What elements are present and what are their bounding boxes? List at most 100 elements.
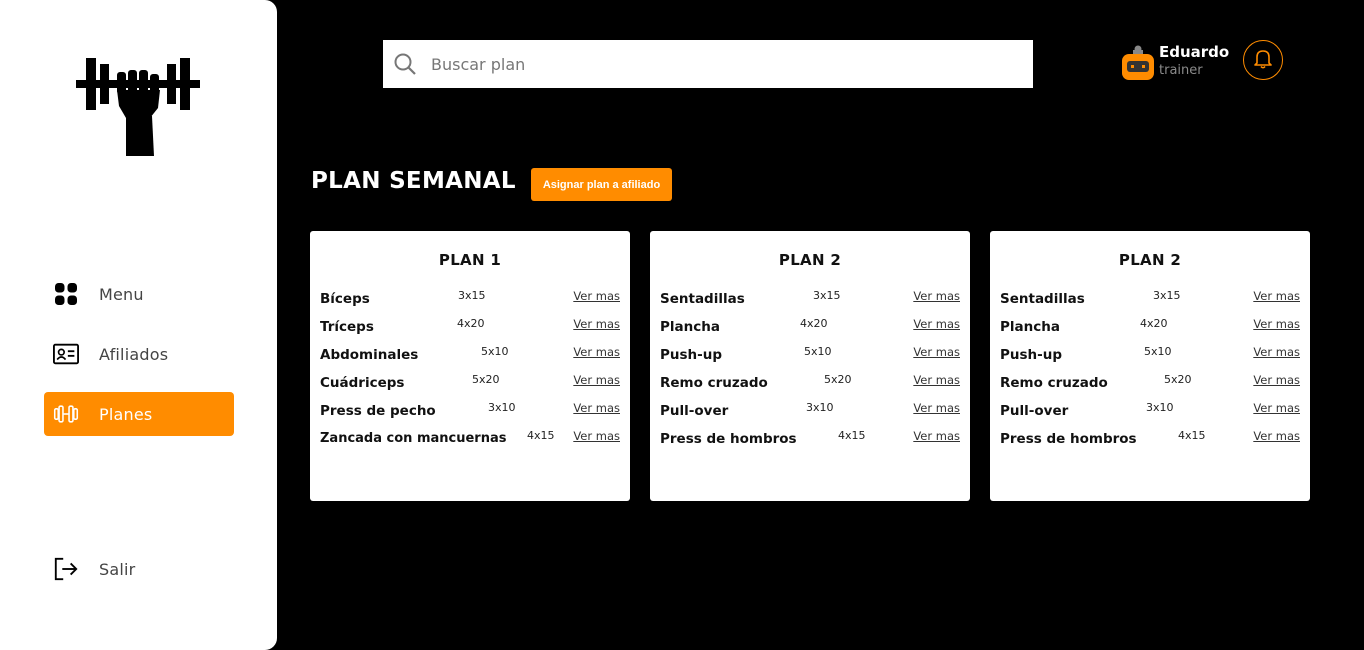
list-item: Press de hombros 4x15 Ver mas xyxy=(1000,429,1300,451)
exercise-name: Cuádriceps xyxy=(320,375,405,391)
notifications-button[interactable] xyxy=(1243,40,1283,80)
search-icon[interactable] xyxy=(393,52,417,76)
list-item: Pull-over 3x10 Ver mas xyxy=(1000,401,1300,423)
logout-button[interactable]: Salir xyxy=(44,547,234,591)
exercise-name: Pull-over xyxy=(1000,403,1069,419)
list-item: Abdominales 5x10 Ver mas xyxy=(320,345,620,367)
exercise-reps: 5x20 xyxy=(824,373,852,386)
ver-mas-link[interactable]: Ver mas xyxy=(913,401,960,415)
search-input[interactable] xyxy=(431,54,991,74)
exercise-reps: 3x15 xyxy=(813,289,841,302)
list-item: Push-up 5x10 Ver mas xyxy=(1000,345,1300,367)
assign-plan-button[interactable]: Asignar plan a afiliado xyxy=(531,168,672,201)
user-role: trainer xyxy=(1159,63,1203,78)
exercise-name: Sentadillas xyxy=(660,291,745,307)
list-item: Plancha 4x20 Ver mas xyxy=(660,317,960,339)
ver-mas-link[interactable]: Ver mas xyxy=(573,401,620,415)
ver-mas-link[interactable]: Ver mas xyxy=(1253,373,1300,387)
exercise-reps: 3x10 xyxy=(806,401,834,414)
exercise-name: Abdominales xyxy=(320,347,419,363)
ver-mas-link[interactable]: Ver mas xyxy=(573,289,620,303)
ver-mas-link[interactable]: Ver mas xyxy=(913,345,960,359)
sidebar-item-label: Menu xyxy=(99,284,144,304)
exercise-reps: 5x10 xyxy=(804,345,832,358)
exercise-reps: 5x10 xyxy=(1144,345,1172,358)
avatar xyxy=(1120,44,1156,82)
list-item: Sentadillas 3x15 Ver mas xyxy=(1000,289,1300,311)
exercise-name: Sentadillas xyxy=(1000,291,1085,307)
exercise-name: Remo cruzado xyxy=(1000,375,1108,391)
exercise-name: Plancha xyxy=(660,319,720,335)
list-item: Cuádriceps 5x20 Ver mas xyxy=(320,373,620,395)
plan-title: PLAN 2 xyxy=(1118,251,1182,269)
exercise-reps: 3x10 xyxy=(1146,401,1174,414)
exercise-name: Remo cruzado xyxy=(660,375,768,391)
gym-logo-icon xyxy=(72,52,204,160)
list-item: Plancha 4x20 Ver mas xyxy=(1000,317,1300,339)
sidebar-item-afiliados[interactable]: Afiliados xyxy=(44,332,234,376)
id-card-icon xyxy=(53,341,79,367)
plan-card: PLAN 2 Sentadillas 3x15 Ver mas Plancha … xyxy=(990,231,1310,501)
ver-mas-link[interactable]: Ver mas xyxy=(1253,345,1300,359)
exercise-reps: 4x15 xyxy=(838,429,866,442)
sidebar-item-label: Planes xyxy=(99,404,153,424)
list-item: Press de pecho 3x10 Ver mas xyxy=(320,401,620,423)
ver-mas-link[interactable]: Ver mas xyxy=(573,345,620,359)
list-item: Remo cruzado 5x20 Ver mas xyxy=(660,373,960,395)
exercise-reps: 4x20 xyxy=(1140,317,1168,330)
exercise-reps: 5x20 xyxy=(1164,373,1192,386)
list-item: Press de hombros 4x15 Ver mas xyxy=(660,429,960,451)
plan-card: PLAN 2 Sentadillas 3x15 Ver mas Plancha … xyxy=(650,231,970,501)
exercise-reps: 5x10 xyxy=(481,345,509,358)
exercise-reps: 4x20 xyxy=(457,317,485,330)
exercise-reps: 3x10 xyxy=(488,401,516,414)
list-item: Zancada con mancuernas 4x15 Ver mas xyxy=(320,429,620,451)
logout-icon xyxy=(53,556,79,582)
ver-mas-link[interactable]: Ver mas xyxy=(573,317,620,331)
plan-title: PLAN 2 xyxy=(778,251,842,269)
ver-mas-link[interactable]: Ver mas xyxy=(573,373,620,387)
ver-mas-link[interactable]: Ver mas xyxy=(913,317,960,331)
plan-title: PLAN 1 xyxy=(438,251,502,269)
ver-mas-link[interactable]: Ver mas xyxy=(1253,401,1300,415)
exercise-reps: 3x15 xyxy=(458,289,486,302)
exercise-reps: 4x15 xyxy=(1178,429,1206,442)
user-name: Eduardo xyxy=(1159,43,1230,61)
exercise-reps: 3x15 xyxy=(1153,289,1181,302)
sidebar-item-planes[interactable]: Planes xyxy=(44,392,234,436)
list-item: Bíceps 3x15 Ver mas xyxy=(320,289,620,311)
user-profile[interactable]: Eduardo trainer xyxy=(1120,40,1230,84)
bell-icon xyxy=(1252,47,1274,73)
exercise-name: Push-up xyxy=(660,347,723,363)
sidebar-item-label: Afiliados xyxy=(99,344,169,364)
ver-mas-link[interactable]: Ver mas xyxy=(913,373,960,387)
ver-mas-link[interactable]: Ver mas xyxy=(573,429,620,443)
exercise-name: Tríceps xyxy=(320,319,374,335)
ver-mas-link[interactable]: Ver mas xyxy=(1253,289,1300,303)
list-item: Tríceps 4x20 Ver mas xyxy=(320,317,620,339)
sidebar: Menu Afiliados Planes Salir xyxy=(0,0,277,650)
sidebar-item-menu[interactable]: Menu xyxy=(44,272,234,316)
list-item: Remo cruzado 5x20 Ver mas xyxy=(1000,373,1300,395)
exercise-name: Zancada con mancuernas xyxy=(320,431,507,446)
exercise-reps: 4x15 xyxy=(527,429,555,442)
grid-icon xyxy=(53,281,79,307)
ver-mas-link[interactable]: Ver mas xyxy=(1253,429,1300,443)
exercise-name: Bíceps xyxy=(320,291,370,307)
exercise-reps: 5x20 xyxy=(472,373,500,386)
list-item: Sentadillas 3x15 Ver mas xyxy=(660,289,960,311)
ver-mas-link[interactable]: Ver mas xyxy=(913,289,960,303)
logout-label: Salir xyxy=(99,559,136,579)
exercise-name: Press de hombros xyxy=(1000,431,1137,447)
exercise-name: Press de hombros xyxy=(660,431,797,447)
exercise-name: Pull-over xyxy=(660,403,729,419)
plan-card: PLAN 1 Bíceps 3x15 Ver mas Tríceps 4x20 … xyxy=(310,231,630,501)
exercise-reps: 4x20 xyxy=(800,317,828,330)
list-item: Push-up 5x10 Ver mas xyxy=(660,345,960,367)
list-item: Pull-over 3x10 Ver mas xyxy=(660,401,960,423)
page-title: PLAN SEMANAL xyxy=(311,168,516,194)
ver-mas-link[interactable]: Ver mas xyxy=(913,429,960,443)
exercise-name: Press de pecho xyxy=(320,403,436,419)
dumbbell-icon xyxy=(53,401,79,427)
ver-mas-link[interactable]: Ver mas xyxy=(1253,317,1300,331)
